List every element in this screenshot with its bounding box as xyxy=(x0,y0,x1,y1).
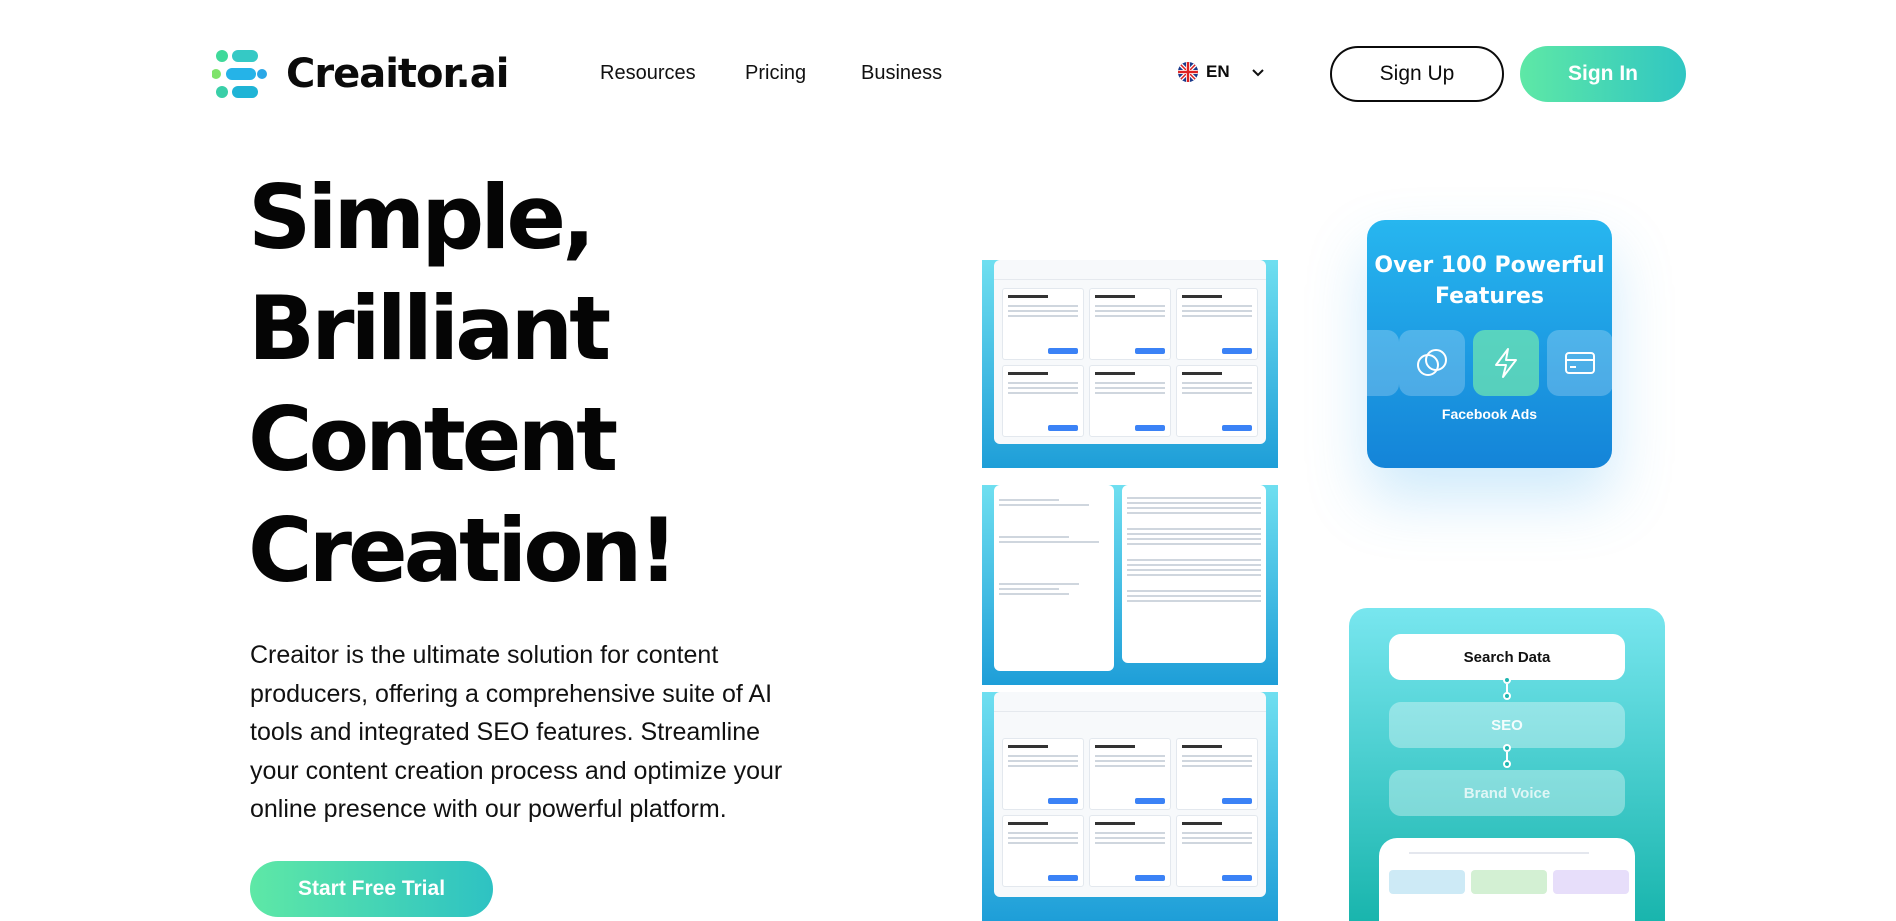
nav-link-resources[interactable]: Resources xyxy=(600,62,696,85)
features-card: Over 100 Powerful Features Facebook Ads xyxy=(1367,220,1612,468)
flow-step-brand-voice: Brand Voice xyxy=(1389,770,1625,816)
app-screenshot-editor xyxy=(982,485,1278,685)
editor-output-pane xyxy=(1122,485,1266,663)
app-screenshot-categories xyxy=(1379,838,1635,921)
lightning-icon xyxy=(1473,330,1539,396)
editor-settings-pane xyxy=(994,485,1114,671)
feature-icon-partial xyxy=(1367,330,1399,396)
brand-name: Creaitor.ai xyxy=(286,51,509,97)
flow-connector-dot xyxy=(1503,744,1511,752)
sign-up-button[interactable]: Sign Up xyxy=(1330,46,1504,102)
flow-connector-dot xyxy=(1503,760,1511,768)
nav-link-business[interactable]: Business xyxy=(861,62,942,85)
credit-card-icon xyxy=(1547,330,1612,396)
logo-mark-icon xyxy=(211,46,272,102)
circles-icon xyxy=(1399,330,1465,396)
screenshot-window xyxy=(994,260,1266,444)
seo-flow-card: Search Data SEO Brand Voice xyxy=(1349,608,1665,921)
app-screenshot-library-2 xyxy=(982,692,1278,921)
chevron-down-icon xyxy=(1251,62,1264,82)
hero-title: Simple, Brilliant Content Creation! xyxy=(248,162,848,606)
feature-label: Facebook Ads xyxy=(1441,406,1538,422)
hero-title-line: Content xyxy=(248,388,618,491)
sign-in-button[interactable]: Sign In xyxy=(1520,46,1686,102)
flow-connector-dot xyxy=(1503,692,1511,700)
flow-connector-dot xyxy=(1503,676,1511,684)
app-screenshot-library xyxy=(982,260,1278,468)
hero-description: Creaitor is the ultimate solution for co… xyxy=(250,641,783,823)
hero-title-line: Brilliant xyxy=(248,277,611,380)
uk-flag-icon xyxy=(1178,62,1198,82)
features-card-title: Over 100 Powerful Features xyxy=(1374,253,1605,309)
start-free-trial-button[interactable]: Start Free Trial xyxy=(250,861,493,917)
hero-title-line: Simple, xyxy=(248,166,596,269)
screenshot-window xyxy=(994,692,1266,897)
nav-link-pricing[interactable]: Pricing xyxy=(745,62,806,85)
flow-step-search-data: Search Data xyxy=(1389,634,1625,680)
hero-title-line: Creation! xyxy=(248,499,679,602)
flow-step-seo: SEO xyxy=(1389,702,1625,748)
language-label: EN xyxy=(1206,62,1230,81)
language-selector[interactable]: EN xyxy=(1178,62,1264,82)
logo[interactable]: Creaitor.ai xyxy=(211,46,509,102)
